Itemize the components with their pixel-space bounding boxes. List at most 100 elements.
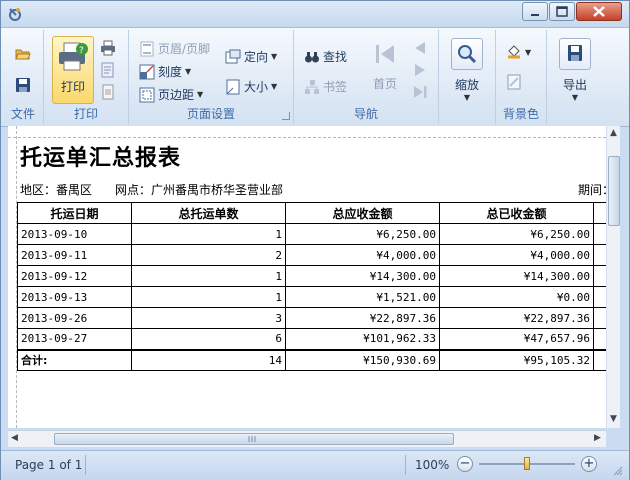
chevron-down-icon: ▼ (271, 82, 278, 91)
cell-date: 2013-09-11 (17, 244, 132, 266)
table-row: 2013-09-10 1 ¥6,250.00 ¥6,250.00 (17, 223, 608, 245)
vertical-scrollbar[interactable]: ▲ ▼ (606, 126, 620, 428)
horizontal-scrollbar[interactable]: ◀ ▶ (8, 430, 606, 447)
bookmarks-label: 书签 (323, 80, 348, 94)
printer-icon: ? (59, 42, 88, 71)
scroll-up-icon[interactable]: ▲ (610, 128, 617, 138)
close-button[interactable] (576, 2, 622, 21)
bookmarks-button[interactable]: 书签 (304, 78, 347, 95)
page-setup-group-label: 页面设置 (186, 107, 235, 121)
app-icon (7, 6, 23, 22)
paper-size-icon (225, 79, 241, 95)
total-row: 合计: 14 ¥150,930.69 ¥95,105.32 (17, 348, 608, 371)
page-setup-dialog-launcher[interactable] (282, 112, 290, 120)
page-setup-icon (100, 62, 116, 78)
quick-print-button[interactable] (100, 40, 116, 56)
folder-open-icon (15, 46, 31, 62)
cell-count: 3 (131, 307, 286, 329)
maximize-button[interactable] (549, 2, 575, 21)
scroll-down-icon[interactable]: ▼ (610, 414, 617, 424)
margins-button[interactable]: 页边距 ▼ (139, 86, 203, 103)
scroll-left-icon[interactable]: ◀ (11, 433, 18, 443)
minimize-button[interactable] (522, 2, 548, 21)
status-divider (85, 455, 86, 475)
table-row: 2013-09-26 3 ¥22,897.36 ¥22,897.36 (17, 307, 608, 329)
print-button[interactable]: ? 打印 (52, 36, 94, 104)
print-group-label: 打印 (73, 107, 98, 121)
zoom-slider[interactable] (479, 457, 575, 470)
cell-received: ¥14,300.00 (439, 265, 594, 287)
zoom-button[interactable]: 缩放 ▼ (445, 36, 489, 104)
page-info: Page 1 of 1 (15, 458, 83, 472)
cell-receivable: ¥4,000.00 (285, 244, 440, 266)
size-label: 大小 (244, 80, 269, 94)
header-footer-label: 页眉/页脚 (158, 42, 211, 56)
header-footer-button[interactable]: 页眉/页脚 (139, 40, 210, 57)
export-label: 导出 (562, 78, 587, 92)
header-footer-icon (139, 41, 155, 57)
save-button[interactable] (15, 77, 31, 93)
export-button[interactable]: 导出 ▼ (553, 36, 597, 104)
orientation-icon (225, 49, 241, 65)
margins-label: 页边距 (158, 88, 195, 102)
document-icon (100, 84, 116, 100)
chevron-down-icon: ▼ (463, 93, 471, 102)
print-preview-button[interactable] (100, 62, 116, 78)
scale-icon (139, 64, 155, 80)
previous-page-button[interactable] (412, 40, 428, 56)
watermark-button[interactable] (506, 74, 522, 90)
svg-text:?: ? (79, 46, 84, 56)
watermark-icon (506, 74, 522, 90)
cell-received: ¥0.00 (439, 286, 594, 308)
background-group: ▼ 背景色 (496, 30, 547, 124)
navigation-group: 查找 书签 首页 导航 (294, 30, 439, 124)
chevron-down-icon: ▼ (571, 93, 579, 102)
first-page-button[interactable]: 首页 (368, 42, 402, 92)
last-page-button[interactable] (412, 84, 428, 100)
status-bar: Page 1 of 1 100% − + (1, 450, 629, 480)
quick-print-icon (100, 40, 116, 56)
maximize-icon (556, 6, 568, 17)
chevron-down-icon: ▼ (197, 90, 204, 99)
open-button[interactable] (15, 46, 31, 62)
horizontal-scroll-thumb[interactable] (54, 433, 454, 445)
cell-received: ¥47,657.96 (439, 328, 594, 350)
export-group: 导出 ▼ (547, 30, 605, 124)
zoom-slider-thumb[interactable] (524, 457, 530, 470)
outlet-label: 网点：广州番禺市桥华圣营业部 (115, 183, 284, 197)
file-group: 文件 (3, 30, 44, 124)
vertical-scroll-thumb[interactable] (608, 156, 620, 226)
column-header: 总已收金额 (439, 202, 594, 224)
find-button[interactable]: 查找 (304, 48, 347, 65)
cell-receivable: ¥101,962.33 (285, 328, 440, 350)
cell-count: 1 (131, 286, 286, 308)
zoom-out-button[interactable]: − (457, 456, 473, 472)
print-group: ? 打印 打印 (44, 30, 129, 124)
zoom-label: 缩放 (454, 78, 479, 92)
cell-count: 6 (131, 328, 286, 350)
scroll-right-icon[interactable]: ▶ (594, 433, 601, 443)
cell-receivable: ¥22,897.36 (285, 307, 440, 329)
column-header: 总托运单数 (131, 202, 286, 224)
orientation-label: 定向 (244, 50, 269, 64)
find-label: 查找 (323, 50, 348, 64)
fill-color-button[interactable]: ▼ (506, 44, 531, 60)
orientation-button[interactable]: 定向 ▼ (225, 48, 277, 65)
print-options-button[interactable] (100, 84, 116, 100)
report-viewer-window: 文件 ? 打印 打印 页眉/页脚 刻度 ▼ 页边距 ▼ 定向 ▼ 大小 ▼ 页面… (0, 0, 630, 480)
table-row: 2013-09-27 6 ¥101,962.33 ¥47,657.96 (17, 328, 608, 350)
zoom-in-button[interactable]: + (581, 456, 597, 472)
first-page-label: 首页 (372, 77, 397, 91)
status-divider (405, 455, 406, 475)
resize-grip-icon[interactable] (613, 466, 623, 476)
export-icon (568, 45, 582, 61)
cell-date: 2013-09-27 (17, 328, 132, 350)
scale-button[interactable]: 刻度 ▼ (139, 63, 191, 80)
cell-received: ¥22,897.36 (439, 307, 594, 329)
zoom-icon-frame (451, 38, 483, 70)
total-receivable: ¥150,930.69 (285, 348, 440, 371)
next-page-button[interactable] (412, 62, 428, 78)
first-page-icon (376, 45, 394, 63)
size-button[interactable]: 大小 ▼ (225, 78, 277, 95)
report-preview-area[interactable]: 托运单汇总报表 地区：番禺区 网点：广州番禺市桥华圣营业部 期间： 托运日期 总… (8, 126, 620, 428)
